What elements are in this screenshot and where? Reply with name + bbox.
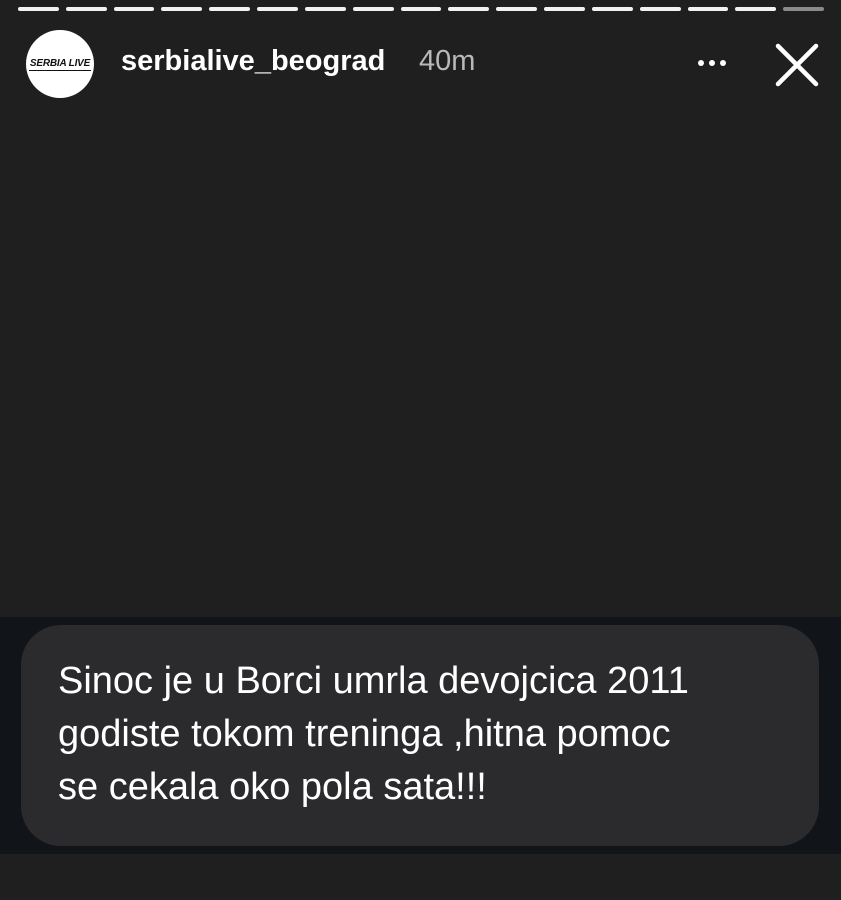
- serbia-live-logo: SERBIA LIVE: [28, 57, 92, 71]
- message-line: Sinoc je u Borci umrla devojcica 2011: [58, 660, 689, 702]
- story-viewer: SERBIA LIVE serbialive_beograd 40m Sinoc…: [0, 0, 841, 900]
- progress-segment: [591, 7, 633, 11]
- progress-segment: [687, 7, 729, 11]
- post-time: 40m: [419, 45, 476, 77]
- progress-segment: [18, 7, 59, 11]
- message-line: godiste tokom treninga ,hitna pomoc: [58, 713, 671, 755]
- message-line: se cekala oko pola sata!!!: [58, 766, 487, 808]
- story-progress-bar: [18, 7, 825, 11]
- more-horizontal-icon: [698, 60, 704, 66]
- progress-segment: [161, 7, 203, 11]
- close-button[interactable]: [772, 40, 822, 90]
- avatar[interactable]: SERBIA LIVE: [26, 30, 94, 98]
- progress-segment: [544, 7, 585, 11]
- more-options-button[interactable]: [690, 46, 734, 80]
- message-text: Sinoc je u Borci umrla devojcica 2011 go…: [58, 655, 789, 814]
- progress-segment: [783, 7, 825, 11]
- progress-segment: [65, 7, 107, 11]
- progress-segment: [209, 7, 251, 11]
- more-horizontal-icon: [709, 60, 715, 66]
- username[interactable]: serbialive_beograd: [121, 45, 385, 78]
- progress-segment: [304, 7, 346, 11]
- progress-segment: [352, 7, 394, 11]
- progress-segment: [257, 7, 298, 11]
- progress-segment: [735, 7, 777, 11]
- progress-segment: [400, 7, 442, 11]
- progress-segment: [639, 7, 681, 11]
- progress-segment: [113, 7, 155, 11]
- progress-segment: [496, 7, 538, 11]
- close-icon: [775, 43, 819, 87]
- message-bubble: Sinoc je u Borci umrla devojcica 2011 go…: [21, 625, 819, 846]
- story-header: SERBIA LIVE serbialive_beograd 40m: [26, 28, 823, 98]
- progress-segment: [448, 7, 490, 11]
- more-horizontal-icon: [720, 60, 726, 66]
